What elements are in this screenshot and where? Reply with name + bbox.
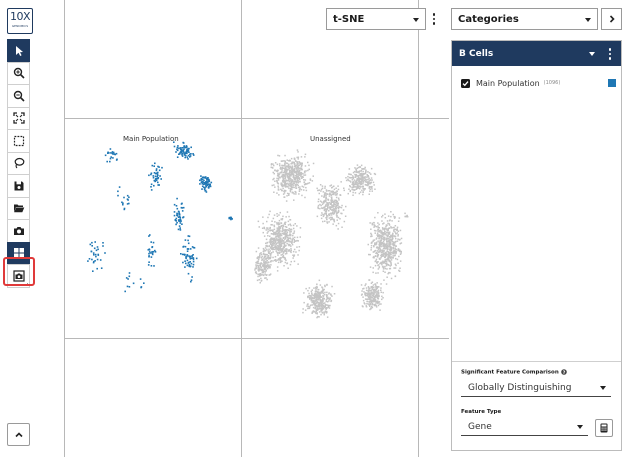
caret-down-icon bbox=[413, 18, 419, 22]
caret-down-icon[interactable] bbox=[589, 52, 595, 56]
fit-to-screen-icon bbox=[12, 112, 25, 124]
comparison-select[interactable]: Globally Distinguishing bbox=[461, 379, 611, 397]
calculator-icon bbox=[600, 423, 608, 433]
save-icon bbox=[14, 181, 23, 191]
open-file-button[interactable] bbox=[7, 196, 30, 220]
category-header[interactable]: B Cells bbox=[452, 41, 621, 66]
camera-icon bbox=[13, 226, 24, 235]
cluster-label: Main Population bbox=[476, 78, 540, 88]
box-select-icon bbox=[13, 135, 24, 146]
svg-text:?: ? bbox=[562, 370, 565, 375]
zoom-in-button[interactable] bbox=[7, 61, 30, 85]
chevron-right-icon bbox=[609, 15, 615, 23]
feature-type-title: Feature Type bbox=[461, 409, 501, 415]
caret-down-icon bbox=[577, 425, 583, 429]
panel-divider bbox=[452, 361, 621, 362]
folder-open-icon bbox=[13, 204, 24, 213]
kebab-dot bbox=[608, 52, 612, 56]
kebab-dot bbox=[608, 57, 612, 60]
pointer-tool-button[interactable] bbox=[7, 39, 30, 63]
unassigned-points bbox=[254, 149, 409, 319]
zoom-out-icon bbox=[13, 90, 25, 102]
comparison-value: Globally Distinguishing bbox=[468, 382, 572, 393]
projection-dropdown[interactable]: t-SNE bbox=[326, 8, 426, 30]
next-panel-button[interactable] bbox=[601, 8, 622, 30]
split-view-highlight bbox=[3, 257, 35, 286]
feature-type-title-text: Feature Type bbox=[461, 409, 502, 415]
plot-label-unassigned: Unassigned bbox=[310, 135, 351, 143]
projection-selected-value: t-SNE bbox=[333, 13, 365, 25]
check-icon bbox=[462, 80, 469, 86]
plot-label-main-population: Main Population bbox=[123, 135, 179, 143]
lasso-icon bbox=[14, 158, 24, 169]
zoom-out-button[interactable] bbox=[7, 84, 30, 108]
cluster-count: (1096) bbox=[543, 80, 561, 86]
zoom-in-icon bbox=[13, 68, 25, 79]
caret-down-icon bbox=[600, 386, 606, 390]
projection-options-button[interactable] bbox=[427, 8, 441, 30]
cluster-checkbox[interactable] bbox=[461, 78, 470, 88]
logo-subtext: GENOMICS bbox=[11, 24, 29, 28]
category-options-button[interactable] bbox=[603, 43, 617, 65]
left-toolbar bbox=[7, 39, 30, 288]
cluster-row-main-population[interactable]: Main Population (1096) bbox=[461, 77, 616, 89]
comparison-title: Significant Feature Comparison ? bbox=[461, 369, 567, 376]
save-button[interactable] bbox=[7, 174, 30, 198]
cluster-color-swatch[interactable] bbox=[608, 79, 616, 87]
category-panel: B Cells Main Population (1096) Significa… bbox=[451, 40, 622, 451]
comparison-title-text: Significant Feature Comparison bbox=[461, 369, 559, 376]
collapse-toolbar-button[interactable] bbox=[7, 423, 30, 446]
pointer-icon bbox=[15, 45, 23, 56]
logo-text: 10X bbox=[9, 10, 31, 23]
screenshot-button[interactable] bbox=[7, 219, 30, 243]
10x-genomics-logo: 10X GENOMICS bbox=[7, 8, 33, 34]
chevron-up-icon bbox=[14, 431, 23, 437]
category-type-value: Categories bbox=[458, 13, 519, 25]
calculate-button[interactable] bbox=[595, 419, 613, 437]
kebab-dot bbox=[432, 17, 436, 21]
feature-type-select[interactable]: Gene bbox=[461, 418, 588, 436]
category-type-dropdown[interactable]: Categories bbox=[451, 8, 598, 30]
kebab-dot bbox=[608, 48, 612, 51]
main-population-points bbox=[87, 141, 233, 293]
kebab-dot bbox=[432, 22, 436, 25]
help-icon[interactable]: ? bbox=[560, 369, 567, 376]
fit-to-screen-button[interactable] bbox=[7, 106, 30, 130]
feature-type-value: Gene bbox=[468, 421, 492, 432]
caret-down-icon bbox=[585, 18, 591, 22]
app-window: Main Population Unassigned 10X GENOMICS bbox=[0, 0, 631, 457]
category-title: B Cells bbox=[459, 48, 494, 59]
kebab-dot bbox=[432, 13, 436, 16]
box-select-button[interactable] bbox=[7, 129, 30, 153]
lasso-select-button[interactable] bbox=[7, 151, 30, 175]
